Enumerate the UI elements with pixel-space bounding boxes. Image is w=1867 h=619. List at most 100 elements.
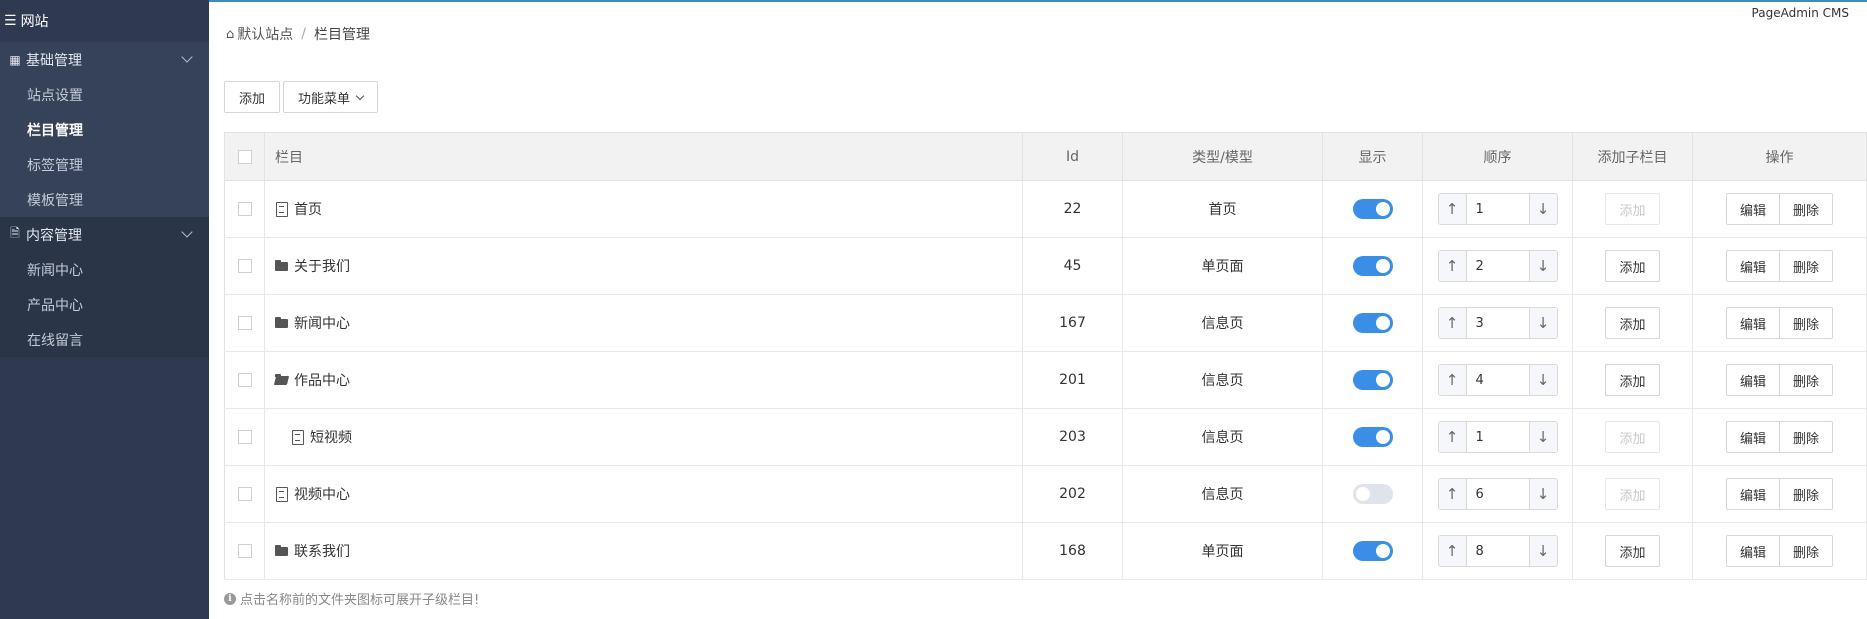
delete-button[interactable]: 删除 xyxy=(1780,307,1834,339)
row-checkbox-cell xyxy=(224,465,265,523)
delete-button[interactable]: 删除 xyxy=(1780,535,1834,567)
show-toggle[interactable] xyxy=(1352,313,1393,333)
add-child-button[interactable]: 添加 xyxy=(1605,307,1660,339)
folder-open-icon[interactable] xyxy=(274,373,290,387)
sidebar-group-label: 基础管理 xyxy=(26,52,82,69)
folder-icon[interactable] xyxy=(274,259,290,273)
arrow-up-icon[interactable]: ↑ xyxy=(1438,536,1467,566)
arrow-down-icon[interactable]: ↓ xyxy=(1528,251,1557,281)
edit-button[interactable]: 编辑 xyxy=(1725,535,1780,567)
show-toggle[interactable] xyxy=(1352,199,1393,219)
row-checkbox[interactable] xyxy=(237,430,252,444)
show-toggle[interactable] xyxy=(1352,541,1393,561)
arrow-up-icon[interactable]: ↑ xyxy=(1438,308,1467,338)
row-name[interactable]: 作品中心 xyxy=(274,370,350,390)
delete-button[interactable]: 删除 xyxy=(1780,478,1834,510)
add-child-button[interactable]: 添加 xyxy=(1605,535,1660,567)
breadcrumb-home[interactable]: 默认站点 xyxy=(237,24,293,44)
brand-label: PageAdmin CMS xyxy=(1751,6,1849,20)
row-order-cell: ↑ 4 ↓ xyxy=(1422,351,1573,409)
table-header-row: 栏目 Id 类型/模型 显示 顺序 添加子栏目 操作 xyxy=(224,132,1867,181)
sidebar-item-product-center[interactable]: 产品中心 xyxy=(0,287,209,322)
delete-button[interactable]: 删除 xyxy=(1780,250,1834,282)
row-name[interactable]: 视频中心 xyxy=(274,484,350,504)
folder-icon[interactable] xyxy=(274,544,290,558)
select-all-checkbox[interactable] xyxy=(237,149,252,164)
row-checkbox[interactable] xyxy=(237,487,252,501)
operation-group: 编辑 删除 xyxy=(1725,364,1834,396)
row-name-cell: 作品中心 xyxy=(264,351,1023,409)
page-icon[interactable] xyxy=(290,429,306,445)
arrow-up-icon[interactable]: ↑ xyxy=(1438,422,1467,452)
order-input[interactable]: 8 xyxy=(1466,536,1529,566)
arrow-down-icon[interactable]: ↓ xyxy=(1528,479,1557,509)
add-button[interactable]: 添加 xyxy=(224,81,281,113)
order-input[interactable]: 6 xyxy=(1466,479,1529,509)
page-icon[interactable] xyxy=(274,201,290,217)
delete-button[interactable]: 删除 xyxy=(1780,421,1834,453)
row-name[interactable]: 关于我们 xyxy=(274,256,350,276)
order-input[interactable]: 1 xyxy=(1466,422,1529,452)
add-child-button[interactable]: 添加 xyxy=(1605,364,1660,396)
show-toggle[interactable] xyxy=(1352,484,1393,504)
row-checkbox[interactable] xyxy=(237,544,252,558)
add-child-button[interactable]: 添加 xyxy=(1605,193,1660,225)
row-checkbox-cell xyxy=(224,351,265,409)
arrow-down-icon[interactable]: ↓ xyxy=(1528,194,1557,224)
header-id: Id xyxy=(1022,132,1123,181)
order-input[interactable]: 3 xyxy=(1466,308,1529,338)
edit-button[interactable]: 编辑 xyxy=(1725,478,1780,510)
operation-group: 编辑 删除 xyxy=(1725,193,1834,225)
row-checkbox-cell xyxy=(224,294,265,352)
row-name[interactable]: 短视频 xyxy=(274,427,352,447)
row-name[interactable]: 新闻中心 xyxy=(274,313,350,333)
sidebar-item-column-management[interactable]: 栏目管理 xyxy=(0,112,209,147)
order-input[interactable]: 2 xyxy=(1466,251,1529,281)
arrow-down-icon[interactable]: ↓ xyxy=(1528,365,1557,395)
order-input[interactable]: 4 xyxy=(1466,365,1529,395)
edit-button[interactable]: 编辑 xyxy=(1725,307,1780,339)
sidebar-item-tag-management[interactable]: 标签管理 xyxy=(0,147,209,182)
grid-icon: ▦ xyxy=(9,52,21,67)
delete-button[interactable]: 删除 xyxy=(1780,364,1834,396)
sidebar-item-template-management[interactable]: 模板管理 xyxy=(0,182,209,217)
edit-button[interactable]: 编辑 xyxy=(1725,421,1780,453)
add-child-button[interactable]: 添加 xyxy=(1605,421,1660,453)
delete-button[interactable]: 删除 xyxy=(1780,193,1834,225)
row-name[interactable]: 联系我们 xyxy=(274,541,350,561)
row-checkbox[interactable] xyxy=(237,373,252,387)
breadcrumb: ⌂ 默认站点 / 栏目管理 xyxy=(226,24,370,44)
edit-button[interactable]: 编辑 xyxy=(1725,364,1780,396)
add-child-button[interactable]: 添加 xyxy=(1605,478,1660,510)
arrow-up-icon[interactable]: ↑ xyxy=(1438,365,1467,395)
show-toggle[interactable] xyxy=(1352,427,1393,447)
row-checkbox[interactable] xyxy=(237,202,252,216)
order-input[interactable]: 1 xyxy=(1466,194,1529,224)
sidebar-item-online-message[interactable]: 在线留言 xyxy=(0,322,209,357)
row-checkbox[interactable] xyxy=(237,259,252,273)
sidebar-item-site-settings[interactable]: 站点设置 xyxy=(0,77,209,112)
sidebar-header[interactable]: ☰ 网站 xyxy=(0,0,209,42)
row-name[interactable]: 首页 xyxy=(274,199,322,219)
add-child-button[interactable]: 添加 xyxy=(1605,250,1660,282)
edit-button[interactable]: 编辑 xyxy=(1725,193,1780,225)
sidebar-group-title-basic[interactable]: ▦ 基础管理 xyxy=(0,42,209,77)
arrow-up-icon[interactable]: ↑ xyxy=(1438,194,1467,224)
sidebar-item-news-center[interactable]: 新闻中心 xyxy=(0,252,209,287)
function-menu-button[interactable]: 功能菜单 xyxy=(283,81,379,113)
column-table: 栏目 Id 类型/模型 显示 顺序 添加子栏目 操作 首页 22 首页 ↑ 1 ↓ 添加 编辑… xyxy=(224,132,1867,580)
sidebar-group-title-content[interactable]: 🗎 内容管理 xyxy=(0,217,209,252)
row-type: 信息页 xyxy=(1122,408,1323,466)
row-checkbox[interactable] xyxy=(237,316,252,330)
arrow-down-icon[interactable]: ↓ xyxy=(1528,536,1557,566)
arrow-down-icon[interactable]: ↓ xyxy=(1528,422,1557,452)
page-icon[interactable] xyxy=(274,486,290,502)
folder-icon[interactable] xyxy=(274,316,290,330)
arrow-up-icon[interactable]: ↑ xyxy=(1438,479,1467,509)
show-toggle[interactable] xyxy=(1352,256,1393,276)
arrow-down-icon[interactable]: ↓ xyxy=(1528,308,1557,338)
arrow-up-icon[interactable]: ↑ xyxy=(1438,251,1467,281)
show-toggle[interactable] xyxy=(1352,370,1393,390)
edit-button[interactable]: 编辑 xyxy=(1725,250,1780,282)
row-type: 单页面 xyxy=(1122,237,1323,295)
